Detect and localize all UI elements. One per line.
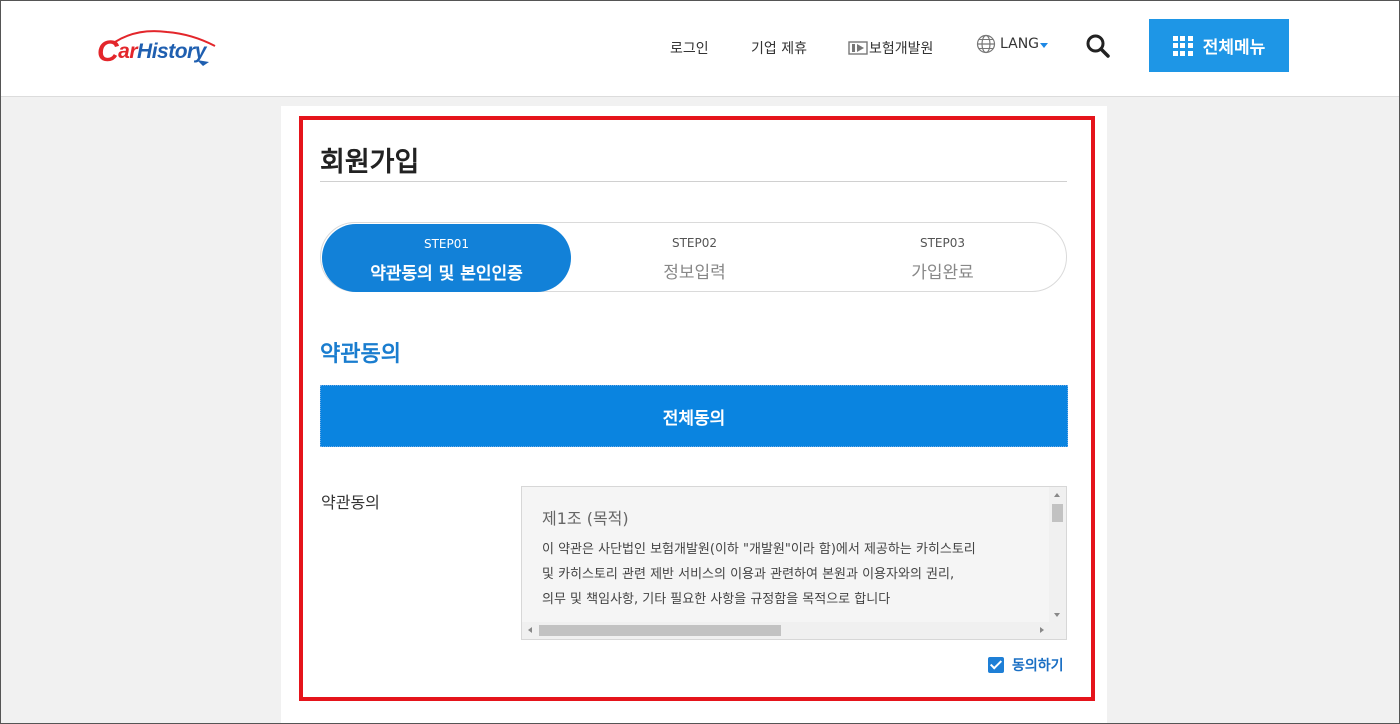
carhistory-logo[interactable]: CarHistory	[97, 26, 221, 68]
step-1: STEP01 약관동의 및 본인인증	[322, 224, 571, 292]
nav-partnership-link[interactable]: 기업 제휴	[751, 38, 807, 58]
signup-steps: STEP01 약관동의 및 본인인증 STEP02 정보입력 STEP03 가입…	[320, 222, 1067, 292]
search-icon	[1086, 34, 1110, 58]
scroll-up-arrow-icon[interactable]	[1054, 493, 1060, 497]
agree-checkbox-label: 동의하기	[1012, 658, 1064, 674]
search-button[interactable]	[1085, 33, 1111, 59]
terms-label: 약관동의	[321, 493, 380, 512]
title-divider	[320, 181, 1067, 182]
agree-checkbox[interactable]: 동의하기	[988, 655, 1064, 675]
language-label: LANG	[1000, 36, 1040, 52]
step-number: STEP02	[671, 236, 718, 250]
step-number: STEP03	[919, 236, 966, 250]
horizontal-scroll-thumb[interactable]	[539, 625, 781, 636]
globe-icon	[976, 34, 996, 54]
terms-section-title: 약관동의	[320, 342, 401, 367]
scroll-left-arrow-icon[interactable]	[528, 627, 532, 633]
logo-text: CarHistory	[97, 35, 206, 68]
scroll-down-arrow-icon[interactable]	[1054, 613, 1060, 617]
step-label: 약관동의 및 본인인증	[370, 264, 523, 284]
horizontal-scrollbar[interactable]	[522, 622, 1066, 639]
terms-line: 의무 및 책임사항, 기타 필요한 사항을 규정함을 목적으로 합니다	[542, 592, 891, 607]
step-label: 정보입력	[663, 263, 726, 283]
page-title: 회원가입	[320, 147, 420, 178]
terms-line: 이 약관은 사단법인 보험개발원(이하 "개발원"이라 함)에서 제공하는 카히…	[542, 542, 976, 557]
step-3: STEP03 가입완료	[818, 223, 1067, 291]
full-menu-button[interactable]: 전체메뉴	[1149, 19, 1289, 72]
terms-line: 및 카히스토리 관련 제반 서비스의 이용과 관련하여 본원과 이용자와의 권리…	[542, 567, 955, 582]
site-header: CarHistory 로그인 기업 제휴 보험개발원 LANG 전체메뉴	[0, 0, 1400, 97]
chevron-down-icon	[1040, 42, 1049, 48]
step-number: STEP01	[423, 237, 470, 251]
agree-all-button[interactable]: 전체동의	[320, 385, 1068, 447]
terms-heading: 제1조 (목적)	[542, 509, 629, 528]
nav-kidi-label: 보험개발원	[869, 41, 934, 57]
vertical-scroll-thumb[interactable]	[1052, 504, 1063, 522]
terms-content: 제1조 (목적) 이 약관은 사단법인 보험개발원(이하 "개발원"이라 함)에…	[542, 505, 1042, 612]
step-label: 가입완료	[911, 263, 974, 283]
terms-body: 이 약관은 사단법인 보험개발원(이하 "개발원"이라 함)에서 제공하는 카히…	[542, 537, 1042, 612]
vertical-scrollbar[interactable]	[1049, 487, 1066, 623]
grid-menu-icon	[1172, 35, 1193, 56]
checkbox-checked-icon[interactable]	[988, 657, 1004, 673]
nav-login-link[interactable]: 로그인	[670, 38, 709, 58]
scroll-right-arrow-icon[interactable]	[1040, 627, 1044, 633]
language-selector[interactable]: LANG	[976, 34, 1049, 54]
full-menu-label: 전체메뉴	[1202, 38, 1266, 58]
step-2: STEP02 정보입력	[570, 223, 819, 291]
kidi-logo-icon	[848, 41, 868, 55]
terms-textbox[interactable]: 제1조 (목적) 이 약관은 사단법인 보험개발원(이하 "개발원"이라 함)에…	[521, 486, 1067, 640]
nav-kidi-link[interactable]: 보험개발원	[848, 38, 933, 58]
